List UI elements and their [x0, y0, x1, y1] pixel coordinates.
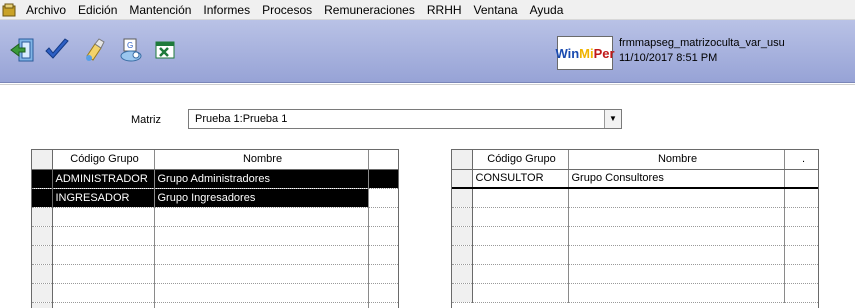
cell-codigo[interactable]: CONSULTOR	[472, 169, 569, 189]
form-name: frmmapseg_matrizoculta_var_usu	[619, 37, 785, 49]
table-row[interactable]	[32, 245, 398, 265]
left-groups-grid[interactable]: Código Grupo Nombre ADMINISTRADOR Grupo …	[31, 149, 399, 308]
table-row[interactable]	[32, 302, 398, 308]
excel-icon	[155, 41, 175, 59]
menu-mantencion[interactable]: Mantención	[123, 0, 197, 20]
timestamp: 11/10/2017 8:51 PM	[619, 52, 718, 64]
svg-text:G: G	[127, 41, 133, 50]
menu-edicion[interactable]: Edición	[72, 0, 123, 20]
matriz-select[interactable]: Prueba 1:Prueba 1 ▼	[188, 109, 622, 129]
menu-ayuda[interactable]: Ayuda	[524, 0, 570, 20]
logo-part-win: Win	[555, 45, 580, 61]
menu-ventana[interactable]: Ventana	[468, 0, 524, 20]
matriz-value: Prueba 1:Prueba 1	[195, 113, 288, 125]
table-row[interactable]	[452, 245, 818, 265]
logo-part-mi: Mi	[579, 45, 594, 61]
table-row[interactable]	[452, 283, 818, 303]
left-grid-header: Código Grupo Nombre	[32, 150, 398, 170]
column-header-codigo[interactable]: Código Grupo	[52, 150, 155, 170]
row-indicator-header	[32, 150, 53, 170]
menu-bar: Archivo Edición Mantención Informes Proc…	[0, 0, 855, 20]
clean-button[interactable]	[80, 35, 110, 65]
cell-extra[interactable]	[368, 169, 398, 189]
excel-button[interactable]	[150, 35, 180, 65]
column-header-nombre[interactable]: Nombre	[568, 150, 785, 170]
menu-remuneraciones[interactable]: Remuneraciones	[318, 0, 421, 20]
table-row[interactable]: CONSULTOR Grupo Consultores	[452, 169, 818, 189]
column-header-codigo[interactable]: Código Grupo	[472, 150, 569, 170]
exit-button[interactable]	[8, 35, 38, 65]
app-icon	[2, 3, 16, 16]
matriz-label: Matriz	[131, 114, 161, 126]
clean-icon	[86, 38, 105, 61]
row-indicator[interactable]	[32, 169, 53, 189]
table-row[interactable]: ADMINISTRADOR Grupo Administradores	[32, 169, 398, 189]
table-row[interactable]	[452, 188, 818, 208]
column-header-extra[interactable]: .	[784, 150, 818, 170]
cell-nombre[interactable]: Grupo Administradores	[154, 169, 369, 189]
right-groups-grid[interactable]: Código Grupo Nombre . CONSULTOR Grupo Co…	[451, 149, 819, 308]
cell-nombre[interactable]: Grupo Consultores	[568, 169, 785, 189]
main-content: Matriz Prueba 1:Prueba 1 ▼ Código Grupo …	[0, 84, 855, 308]
table-row[interactable]	[452, 226, 818, 246]
winmiper-logo: Win Mi Per	[555, 36, 615, 70]
right-grid-header: Código Grupo Nombre .	[452, 150, 818, 170]
table-row[interactable]	[452, 264, 818, 284]
row-indicator[interactable]	[32, 188, 53, 208]
cell-nombre[interactable]: Grupo Ingresadores	[154, 188, 369, 208]
column-header-nombre[interactable]: Nombre	[154, 150, 369, 170]
table-row[interactable]	[32, 283, 398, 303]
print-preview-button[interactable]: G	[116, 35, 146, 65]
cell-codigo[interactable]: ADMINISTRADOR	[52, 169, 155, 189]
row-indicator[interactable]	[452, 169, 473, 189]
menu-informes[interactable]: Informes	[197, 0, 256, 20]
cell-codigo[interactable]: INGRESADOR	[52, 188, 155, 208]
menu-rrhh[interactable]: RRHH	[421, 0, 468, 20]
table-row[interactable]	[32, 264, 398, 284]
table-row[interactable]: INGRESADOR Grupo Ingresadores	[32, 188, 398, 208]
print-preview-icon: G	[120, 38, 142, 62]
menu-procesos[interactable]: Procesos	[256, 0, 318, 20]
row-indicator-header	[452, 150, 473, 170]
table-row[interactable]	[32, 226, 398, 246]
accept-button[interactable]	[42, 35, 72, 65]
dropdown-arrow-icon[interactable]: ▼	[604, 110, 621, 128]
toolbar: G Win Mi Per frmmapseg_matrizoculta_var_us…	[0, 20, 855, 83]
menu-archivo[interactable]: Archivo	[20, 0, 72, 20]
check-icon	[45, 38, 69, 59]
logo-part-per: Per	[593, 45, 615, 61]
cell-extra[interactable]	[368, 188, 398, 208]
table-row[interactable]	[32, 207, 398, 227]
column-header-extra[interactable]	[368, 150, 398, 170]
exit-icon	[10, 38, 34, 62]
table-row[interactable]	[452, 207, 818, 227]
cell-extra[interactable]	[784, 169, 818, 189]
